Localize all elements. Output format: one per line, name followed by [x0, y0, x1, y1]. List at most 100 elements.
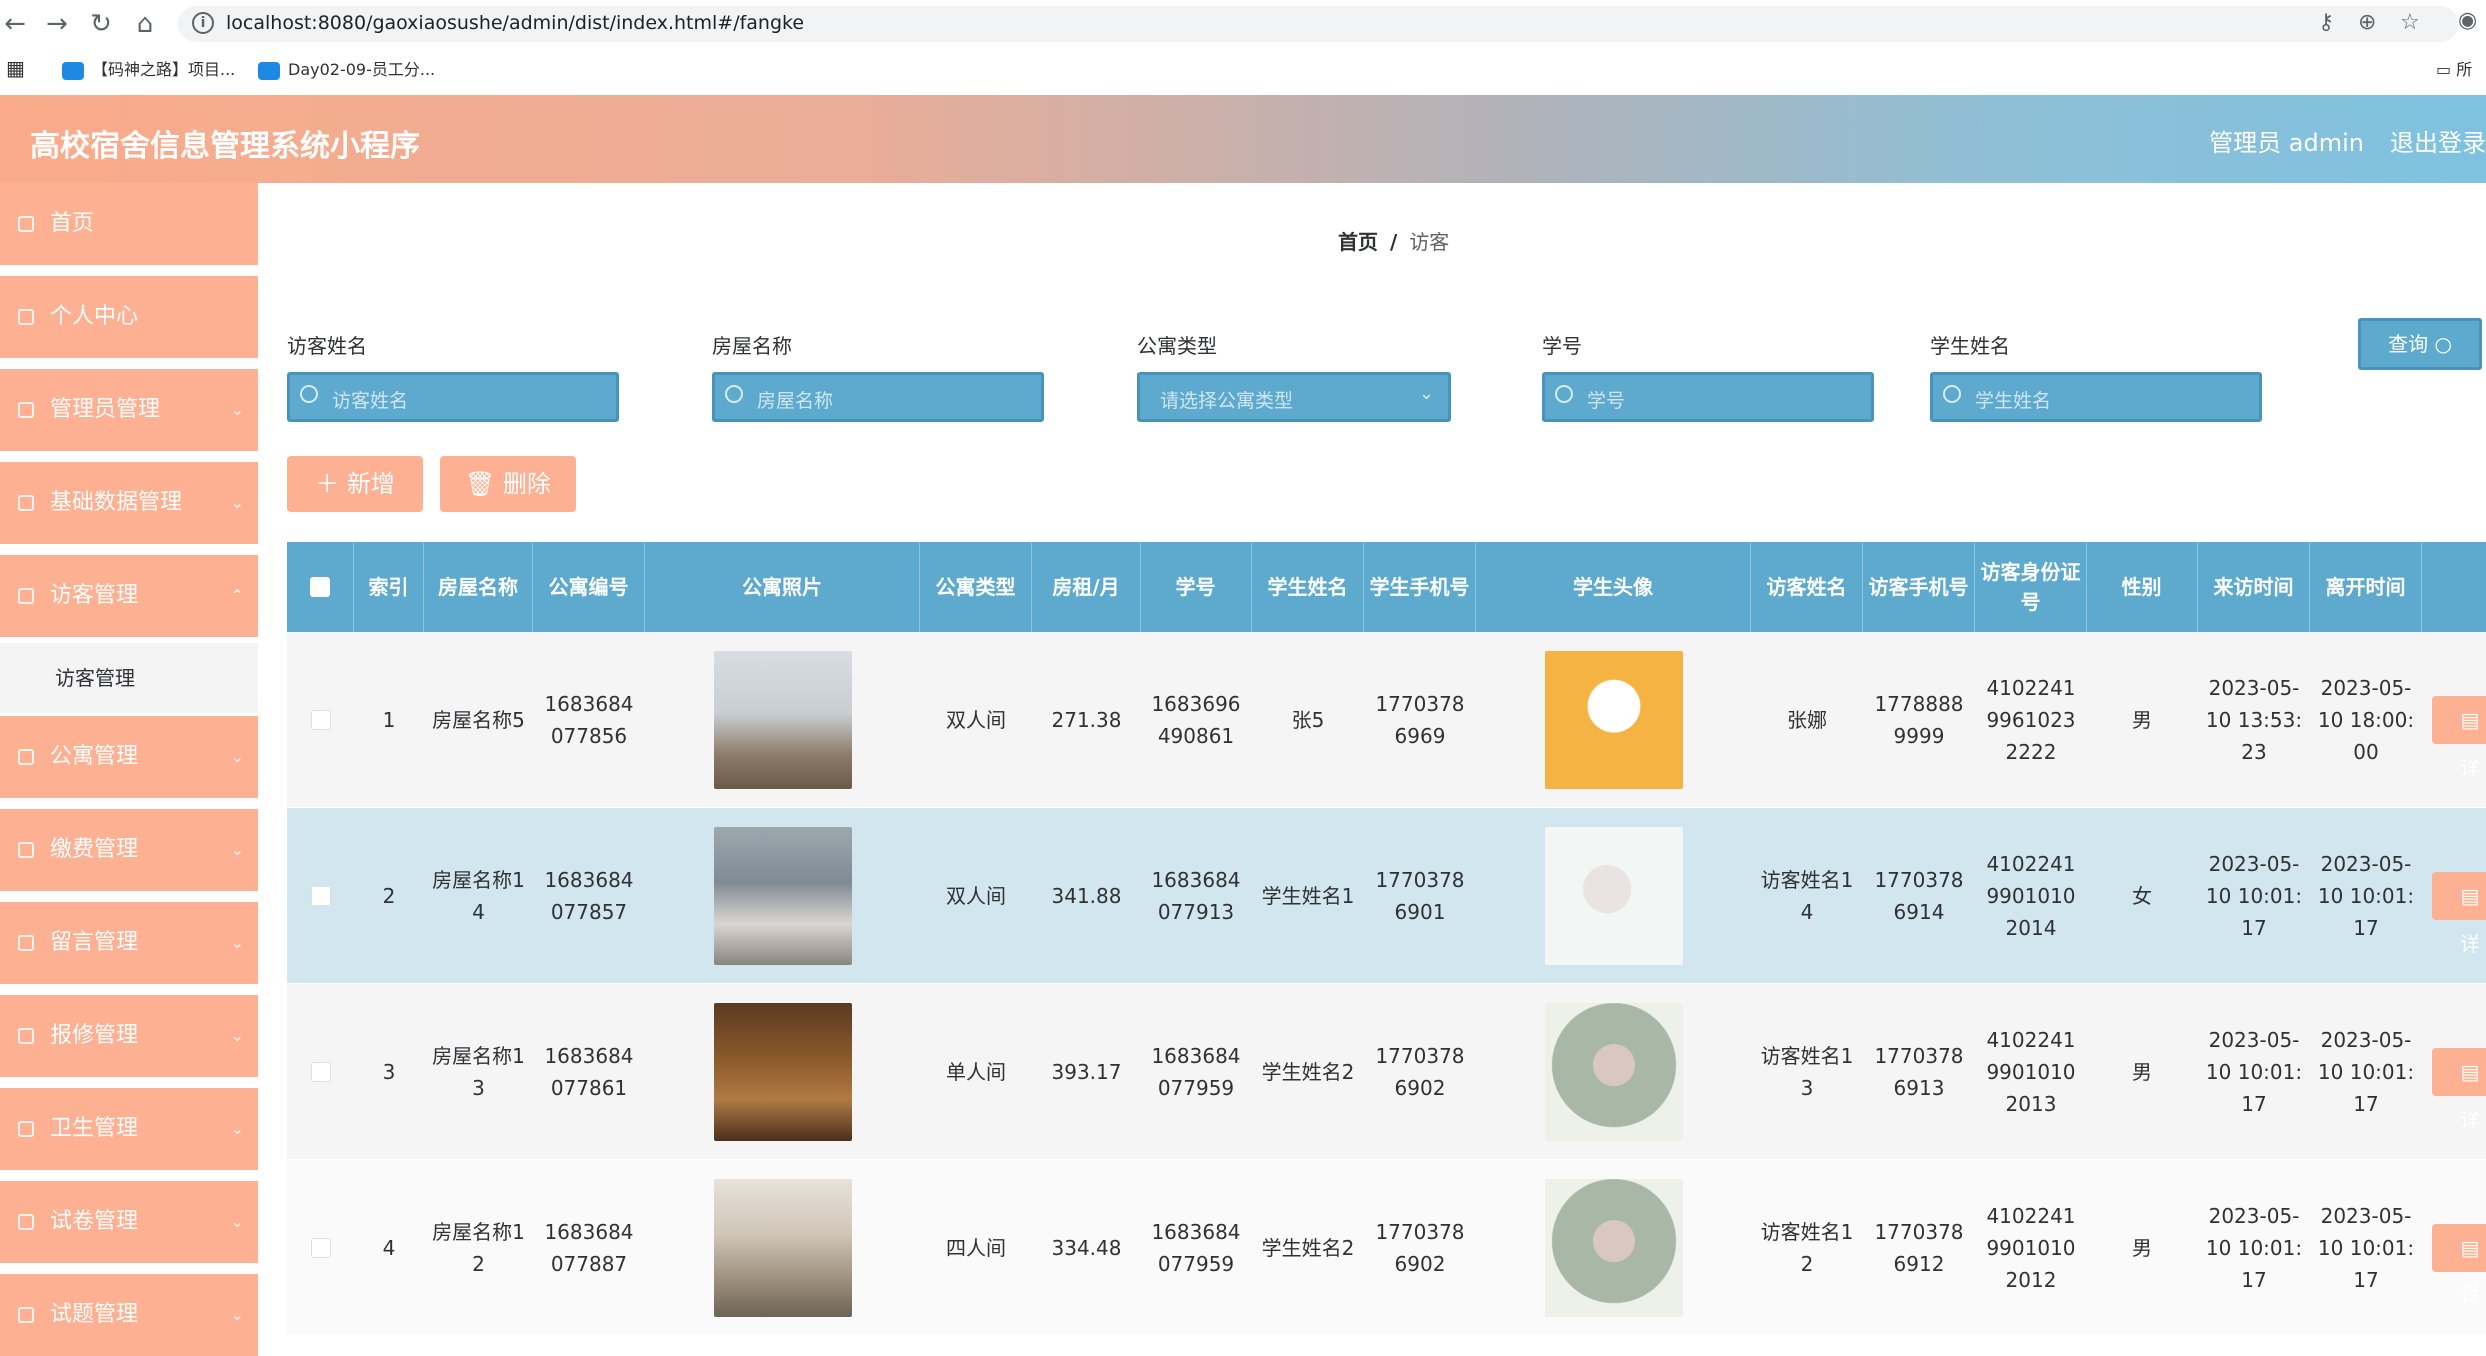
table-cell: 410224199010102013	[1986, 1027, 2076, 1116]
details-button[interactable]: ▤ 详	[2432, 695, 2486, 780]
table-cell: 学生姓名1	[1261, 883, 1355, 908]
sidebar-item-home[interactable]: 首页	[0, 183, 258, 265]
home-icon	[18, 216, 34, 232]
table-row[interactable]: 3 房屋名称13 1683684077861 单人间 393.17 16836840779…	[287, 984, 2486, 1159]
grid-icon	[18, 749, 34, 765]
home-icon[interactable]: ⌂	[130, 8, 160, 40]
sidebar-item-profile[interactable]: 个人中心	[0, 276, 258, 358]
sidebar-item-hygiene[interactable]: 卫生管理 ⌄	[0, 1088, 258, 1170]
table-cell: 410224199610232222	[1986, 675, 2076, 764]
details-button[interactable]: ▤ 详	[2432, 1047, 2486, 1132]
table-row[interactable]: 4 房屋名称12 1683684077887 四人间 334.48 16836840779…	[287, 1160, 2486, 1335]
admin-label: 管理员 admin	[2209, 129, 2364, 157]
actions-cell: ▤ 详	[2422, 984, 2486, 1159]
details-button[interactable]: ▤ 详	[2432, 1223, 2486, 1308]
table-row[interactable]: 2 房屋名称14 1683684077857 双人间 341.88 16836840779…	[287, 808, 2486, 983]
breadcrumb-home[interactable]: 首页	[1338, 230, 1378, 254]
table-cell: 房屋名称12	[432, 1219, 525, 1276]
forward-icon[interactable]: →	[42, 8, 72, 40]
apartment-photo-cell	[645, 808, 920, 983]
apartment-photo[interactable]	[713, 1002, 852, 1141]
chevron-down-icon: ⌄	[230, 1119, 244, 1138]
column-header: 房屋名称	[424, 542, 533, 632]
sidebar-item-messages[interactable]: 留言管理 ⌄	[0, 902, 258, 984]
table-cell: 访客姓名12	[1760, 1219, 1854, 1276]
row-checkbox[interactable]	[310, 885, 331, 906]
logout-link[interactable]: 退出登录	[2390, 123, 2486, 158]
apartment-photo[interactable]	[713, 1178, 852, 1317]
actions-cell: ▤ 详	[2422, 632, 2486, 807]
column-header: 离开时间	[2310, 542, 2422, 632]
row-checkbox[interactable]	[310, 1061, 331, 1082]
row-select-cell	[287, 1160, 354, 1335]
sidebar-item-visitors[interactable]: 访客管理 ⌃	[0, 555, 258, 637]
bookmarks-folder[interactable]: ▭ 所	[2436, 56, 2472, 80]
student-avatar[interactable]	[1544, 650, 1683, 789]
grid-icon	[18, 1121, 34, 1137]
apps-icon[interactable]: ▦	[6, 56, 25, 80]
search-icon	[725, 385, 743, 403]
select-placeholder: 请选择公寓类型	[1160, 390, 1294, 412]
table-cell: 1683684077861	[544, 1043, 634, 1100]
row-checkbox[interactable]	[310, 709, 331, 730]
sidebar-item-admins[interactable]: 管理员管理 ⌄	[0, 369, 258, 451]
info-icon[interactable]: i	[192, 12, 214, 34]
zoom-icon[interactable]: ⊕	[2358, 10, 2376, 35]
column-header: 学生姓名	[1252, 542, 1364, 632]
column-header: 索引	[354, 542, 424, 632]
sidebar-item-questions[interactable]: 试题管理 ⌄	[0, 1274, 258, 1356]
sidebar-subitem-visitors[interactable]: 访客管理	[0, 643, 258, 713]
student-avatar[interactable]	[1544, 1002, 1683, 1141]
student-avatar[interactable]	[1544, 826, 1683, 965]
query-button[interactable]: 查询 ○	[2358, 318, 2482, 370]
send-icon	[18, 1028, 34, 1044]
student-no-input[interactable]: 学号	[1542, 372, 1874, 422]
apartment-photo[interactable]	[713, 826, 852, 965]
table-cell: 男	[2132, 707, 2152, 732]
search-icon	[300, 385, 318, 403]
sidebar-item-repairs[interactable]: 报修管理 ⌄	[0, 995, 258, 1077]
student-name-input[interactable]: 学生姓名	[1930, 372, 2262, 422]
url-text[interactable]: localhost:8080/gaoxiaosushe/admin/dist/i…	[226, 12, 804, 34]
table-cell: 张娜	[1787, 707, 1827, 732]
table-cell: 1683684077887	[544, 1219, 634, 1276]
table-cell: 1	[382, 707, 396, 732]
add-button[interactable]: ＋ 新增	[287, 456, 423, 512]
filter-label-student-no: 学号	[1542, 334, 1582, 358]
grid-icon	[18, 842, 34, 858]
sidebar-item-payments[interactable]: 缴费管理 ⌄	[0, 809, 258, 891]
student-avatar[interactable]	[1544, 1178, 1683, 1317]
profile-icon[interactable]: ◉	[2458, 8, 2477, 33]
apartment-photo[interactable]	[713, 650, 852, 789]
house-name-input[interactable]: 房屋名称	[712, 372, 1044, 422]
star-icon[interactable]: ☆	[2400, 10, 2420, 35]
table-cell: 341.88	[1051, 883, 1122, 908]
bookmark-item[interactable]: Day02-09-员工分...	[258, 56, 435, 80]
visitor-table: 索引 房屋名称 公寓编号 公寓照片 公寓类型 房租/月 学号 学生姓名 学生手机号 学生头像 访客姓…	[287, 542, 2486, 1335]
sidebar-item-apartments[interactable]: 公寓管理 ⌄	[0, 716, 258, 798]
table-row[interactable]: 1 房屋名称5 1683684077856 双人间 271.38 168369649086…	[287, 632, 2486, 807]
browser-chrome: ← → ↻ ⌂ i localhost:8080/gaoxiaosushe/ad…	[0, 0, 2486, 95]
reload-icon[interactable]: ↻	[86, 8, 116, 40]
input-placeholder: 房屋名称	[757, 390, 834, 412]
table-cell: 房屋名称13	[432, 1043, 525, 1100]
sidebar-item-papers[interactable]: 试卷管理 ⌄	[0, 1181, 258, 1263]
row-checkbox[interactable]	[310, 1237, 331, 1258]
sidebar-item-basic-data[interactable]: 基础数据管理 ⌄	[0, 462, 258, 544]
bookmark-item[interactable]: 【码神之路】项目...	[62, 56, 235, 80]
column-header: 访客手机号	[1863, 542, 1975, 632]
grid-icon	[18, 402, 34, 418]
table-cell: 女	[2132, 883, 2152, 908]
apartment-type-select[interactable]: 请选择公寓类型 ⌄	[1137, 372, 1451, 422]
chevron-down-icon: ⌄	[230, 840, 244, 859]
delete-button[interactable]: 🗑 删除	[440, 456, 576, 512]
address-bar[interactable]: i localhost:8080/gaoxiaosushe/admin/dist…	[178, 6, 2458, 42]
back-icon[interactable]: ←	[0, 8, 30, 40]
visitor-name-input[interactable]: 访客姓名	[287, 372, 619, 422]
select-all-checkbox[interactable]	[310, 577, 330, 597]
student-avatar-cell	[1476, 808, 1751, 983]
details-button[interactable]: ▤ 详	[2432, 871, 2486, 956]
key-icon[interactable]: ⚷	[2318, 10, 2334, 35]
search-icon	[1555, 385, 1573, 403]
filter-label-visitor-name: 访客姓名	[287, 334, 367, 358]
